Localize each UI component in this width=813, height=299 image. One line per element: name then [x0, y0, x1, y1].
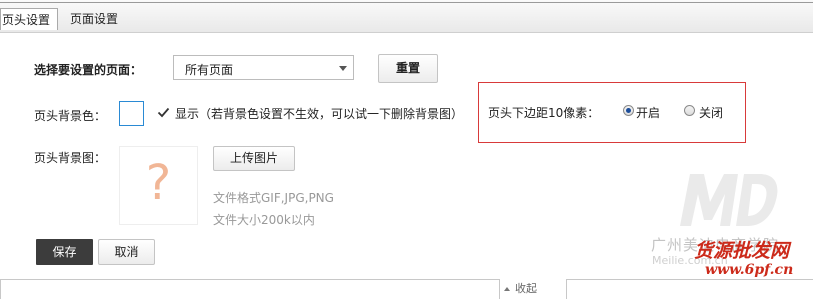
show-checkbox[interactable] [157, 106, 170, 119]
tab-header-settings[interactable]: 页头设置 [0, 8, 58, 30]
tab-bar-top-line [0, 2, 813, 3]
radio-disable-label: 关闭 [699, 106, 724, 120]
question-mark-icon: ? [145, 155, 172, 211]
image-placeholder: ? [119, 146, 198, 225]
bottom-panel-left [0, 279, 500, 299]
bottom-panel-right [566, 279, 813, 299]
page-select[interactable]: 所有页面 [173, 55, 354, 80]
bg-color-label: 页头背景色： [34, 109, 107, 123]
watermark-wholesale-url: www.6pf.cn [705, 262, 794, 278]
reset-button[interactable]: 重置 [378, 54, 438, 83]
cancel-button[interactable]: 取消 [98, 239, 155, 265]
upload-image-button[interactable]: 上传图片 [213, 146, 295, 171]
size-hint: 文件大小200k以内 [213, 213, 315, 227]
show-checkbox-label: 显示（若背景色设置不生效，可以试一下删除背景图） [175, 107, 464, 121]
watermark-wholesale: 货源批发网 [694, 240, 790, 262]
page-select-value: 所有页面 [185, 63, 234, 77]
page-select-label: 选择要设置的页面： [34, 63, 143, 77]
collapse-label: 收起 [515, 282, 537, 295]
bottom-margin-label: 页头下边距10像素： [488, 106, 600, 120]
tab-bar: 页头设置 页面设置 [0, 0, 813, 33]
tab-page-settings[interactable]: 页面设置 [70, 8, 118, 30]
radio-disable[interactable] [684, 105, 695, 116]
bg-image-label: 页头背景图： [34, 151, 107, 165]
format-hint: 文件格式GIF,JPG,PNG [213, 191, 334, 205]
radio-enable-label: 开启 [636, 106, 661, 120]
radio-enable[interactable] [623, 105, 634, 116]
bg-color-swatch[interactable] [119, 101, 144, 126]
radio-selected-dot [626, 108, 631, 113]
triangle-up-icon [504, 287, 510, 291]
checkmark-icon [157, 107, 170, 118]
md-logo-watermark [680, 174, 778, 226]
chevron-down-icon [339, 66, 347, 71]
save-button[interactable]: 保存 [36, 239, 93, 265]
